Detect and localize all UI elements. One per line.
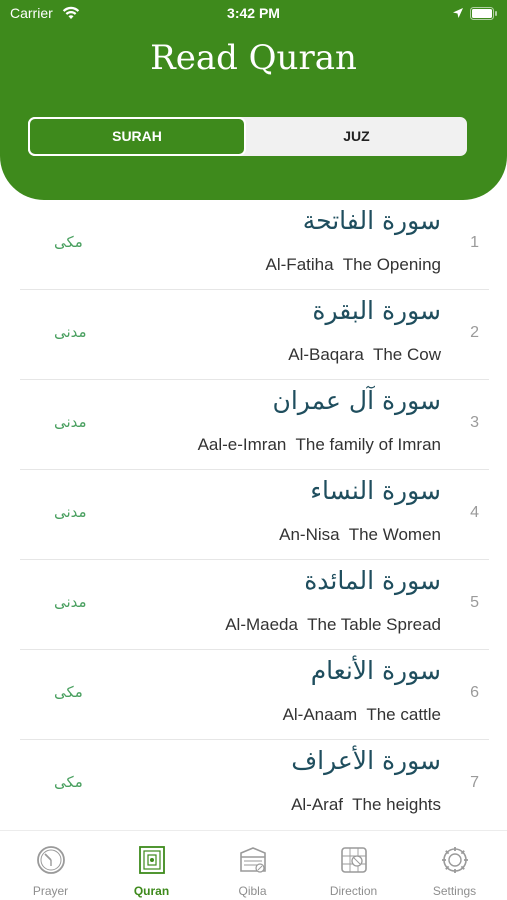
battery-icon: [470, 7, 497, 20]
surah-list: مکی سورة الفاتحة Al-Fatiha The Opening 1…: [0, 200, 507, 830]
surah-number: 5: [470, 594, 479, 611]
tab-label: Qibla: [238, 884, 267, 898]
list-item[interactable]: مدنی سورة آل عمران Aal-e-Imran The famil…: [0, 380, 507, 470]
surah-number: 1: [470, 234, 479, 251]
revelation-type: مکی: [54, 233, 83, 251]
list-item[interactable]: مکی سورة الأعراف Al-Araf The heights 7: [0, 740, 507, 830]
surah-number: 7: [470, 774, 479, 791]
revelation-type: مدنی: [54, 593, 87, 611]
surah-arabic-name: سورة الفاتحة: [302, 206, 441, 235]
tab-bar: Prayer Quran Qibla Direction Settings: [0, 830, 507, 900]
surah-english-name: Al-Baqara The Cow: [288, 345, 441, 364]
surah-english-name: An-Nisa The Women: [279, 525, 441, 544]
surah-number: 2: [470, 324, 479, 341]
list-item[interactable]: مدنی سورة النساء An-Nisa The Women 4: [0, 470, 507, 560]
tab-label: Direction: [329, 884, 378, 898]
quran-icon: [139, 846, 165, 874]
tab-label: Settings: [432, 884, 477, 898]
kaaba-icon: [240, 847, 266, 873]
segmented-control: SURAH JUZ: [26, 115, 469, 158]
header: Carrier 3:42 PM Read Quran SURAH JUZ: [0, 0, 507, 200]
revelation-type: مکی: [54, 773, 83, 791]
surah-arabic-name: سورة الأنعام: [310, 656, 441, 685]
tab-qibla[interactable]: Qibla: [202, 831, 303, 900]
list-item[interactable]: مکی سورة الفاتحة Al-Fatiha The Opening 1: [0, 200, 507, 290]
status-time: 3:42 PM: [227, 5, 280, 21]
list-item[interactable]: مدنی سورة البقرة Al-Baqara The Cow 2: [0, 290, 507, 380]
surah-arabic-name: سورة البقرة: [312, 296, 441, 325]
surah-english-name: Al-Fatiha The Opening: [265, 255, 441, 274]
surah-number: 4: [470, 504, 479, 521]
revelation-type: مکی: [54, 683, 83, 701]
surah-arabic-name: سورة النساء: [310, 476, 441, 505]
segment-juz[interactable]: JUZ: [246, 117, 467, 156]
tab-prayer[interactable]: Prayer: [0, 831, 101, 900]
surah-number: 6: [470, 684, 479, 701]
tab-direction[interactable]: Direction: [303, 831, 404, 900]
surah-english-name: Aal-e-Imran The family of Imran: [197, 435, 441, 454]
page-title: Read Quran: [150, 38, 357, 78]
tab-label: Quran: [133, 884, 170, 898]
location-arrow-icon: [453, 8, 463, 18]
clock-icon: [37, 846, 65, 874]
surah-number: 3: [470, 414, 479, 431]
gear-icon: [442, 847, 468, 873]
surah-english-name: Al-Anaam The cattle: [282, 705, 441, 724]
surah-arabic-name: سورة الأعراف: [291, 746, 441, 775]
status-bar: Carrier 3:42 PM: [0, 0, 507, 30]
surah-english-name: Al-Araf The heights: [291, 795, 441, 814]
revelation-type: مدنی: [54, 413, 87, 431]
tab-settings[interactable]: Settings: [404, 831, 505, 900]
revelation-type: مدنی: [54, 503, 87, 521]
map-icon: [341, 847, 367, 873]
segment-surah[interactable]: SURAH: [28, 117, 246, 156]
list-item[interactable]: مکی سورة الأنعام Al-Anaam The cattle 6: [0, 650, 507, 740]
surah-english-name: Al-Maeda The Table Spread: [225, 615, 441, 634]
surah-arabic-name: سورة آل عمران: [272, 386, 441, 415]
tab-label: Prayer: [32, 884, 69, 898]
list-item[interactable]: مدنی سورة المائدة Al-Maeda The Table Spr…: [0, 560, 507, 650]
revelation-type: مدنی: [54, 323, 87, 341]
tab-quran[interactable]: Quran: [101, 831, 202, 900]
surah-arabic-name: سورة المائدة: [304, 566, 441, 595]
